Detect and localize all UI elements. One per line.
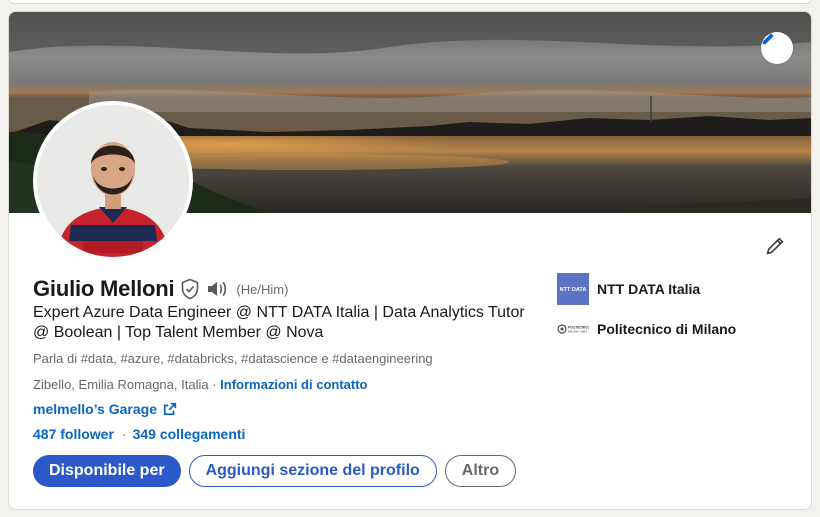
profile-actions: Disponibile per Aggiungi sezione del pro… [33,455,517,487]
connections-link[interactable]: 349 collegamenti [133,426,246,442]
organizations-list: NTT DATA NTT DATA Italia POLITECNICO MIL… [557,273,736,353]
edit-intro-button[interactable] [763,234,787,258]
org-name: Politecnico di Milano [597,321,737,337]
svg-text:NTT DATA: NTT DATA [560,287,587,293]
pronouns: (He/Him) [236,281,289,297]
org-item-politecnico[interactable]: POLITECNICO MILANO 1863 Politecnico di M… [557,313,736,345]
name-row: Giulio Melloni (He/Him) [33,276,288,302]
speaker-icon[interactable] [206,280,228,298]
stats-separator: · [121,426,127,442]
location-row: Zibello, Emilia Romagna, Italia · Inform… [33,377,368,392]
shield-check-icon[interactable] [180,278,200,300]
talks-about: Parla di #data, #azure, #databricks, #da… [33,351,433,366]
ntt-data-logo: NTT DATA [557,273,589,305]
website-label: melmello’s Garage [33,401,157,417]
profile-name: Giulio Melloni [33,276,175,301]
followers-link[interactable]: 487 follower [33,426,114,442]
contact-info-link[interactable]: Informazioni di contatto [220,377,367,392]
location-separator: · [212,377,217,392]
profile-headline: Expert Azure Data Engineer @ NTT DATA It… [33,304,525,341]
org-item-ntt-data[interactable]: NTT DATA NTT DATA Italia [557,273,736,305]
location-text: Zibello, Emilia Romagna, Italia [33,377,209,392]
org-name: NTT DATA Italia [597,281,701,297]
edit-cover-button[interactable] [761,32,793,64]
politecnico-logo: POLITECNICO MILANO 1863 [557,313,589,345]
previous-card-edge [8,0,812,4]
pencil-icon [762,33,774,45]
avatar-image [37,105,189,257]
more-button[interactable]: Altro [444,455,517,487]
profile-top-card: Giulio Melloni (He/Him) Expert Azure Dat… [8,11,812,510]
pencil-icon [766,237,784,255]
profile-photo[interactable] [33,101,193,261]
add-profile-section-button[interactable]: Aggiungi sezione del profilo [188,455,437,487]
website-link[interactable]: melmello’s Garage [33,401,177,417]
svg-text:MILANO 1863: MILANO 1863 [568,330,587,334]
network-stats: 487 follower · 349 collegamenti [33,426,245,442]
open-to-button[interactable]: Disponibile per [33,455,181,487]
external-link-icon [163,402,177,416]
